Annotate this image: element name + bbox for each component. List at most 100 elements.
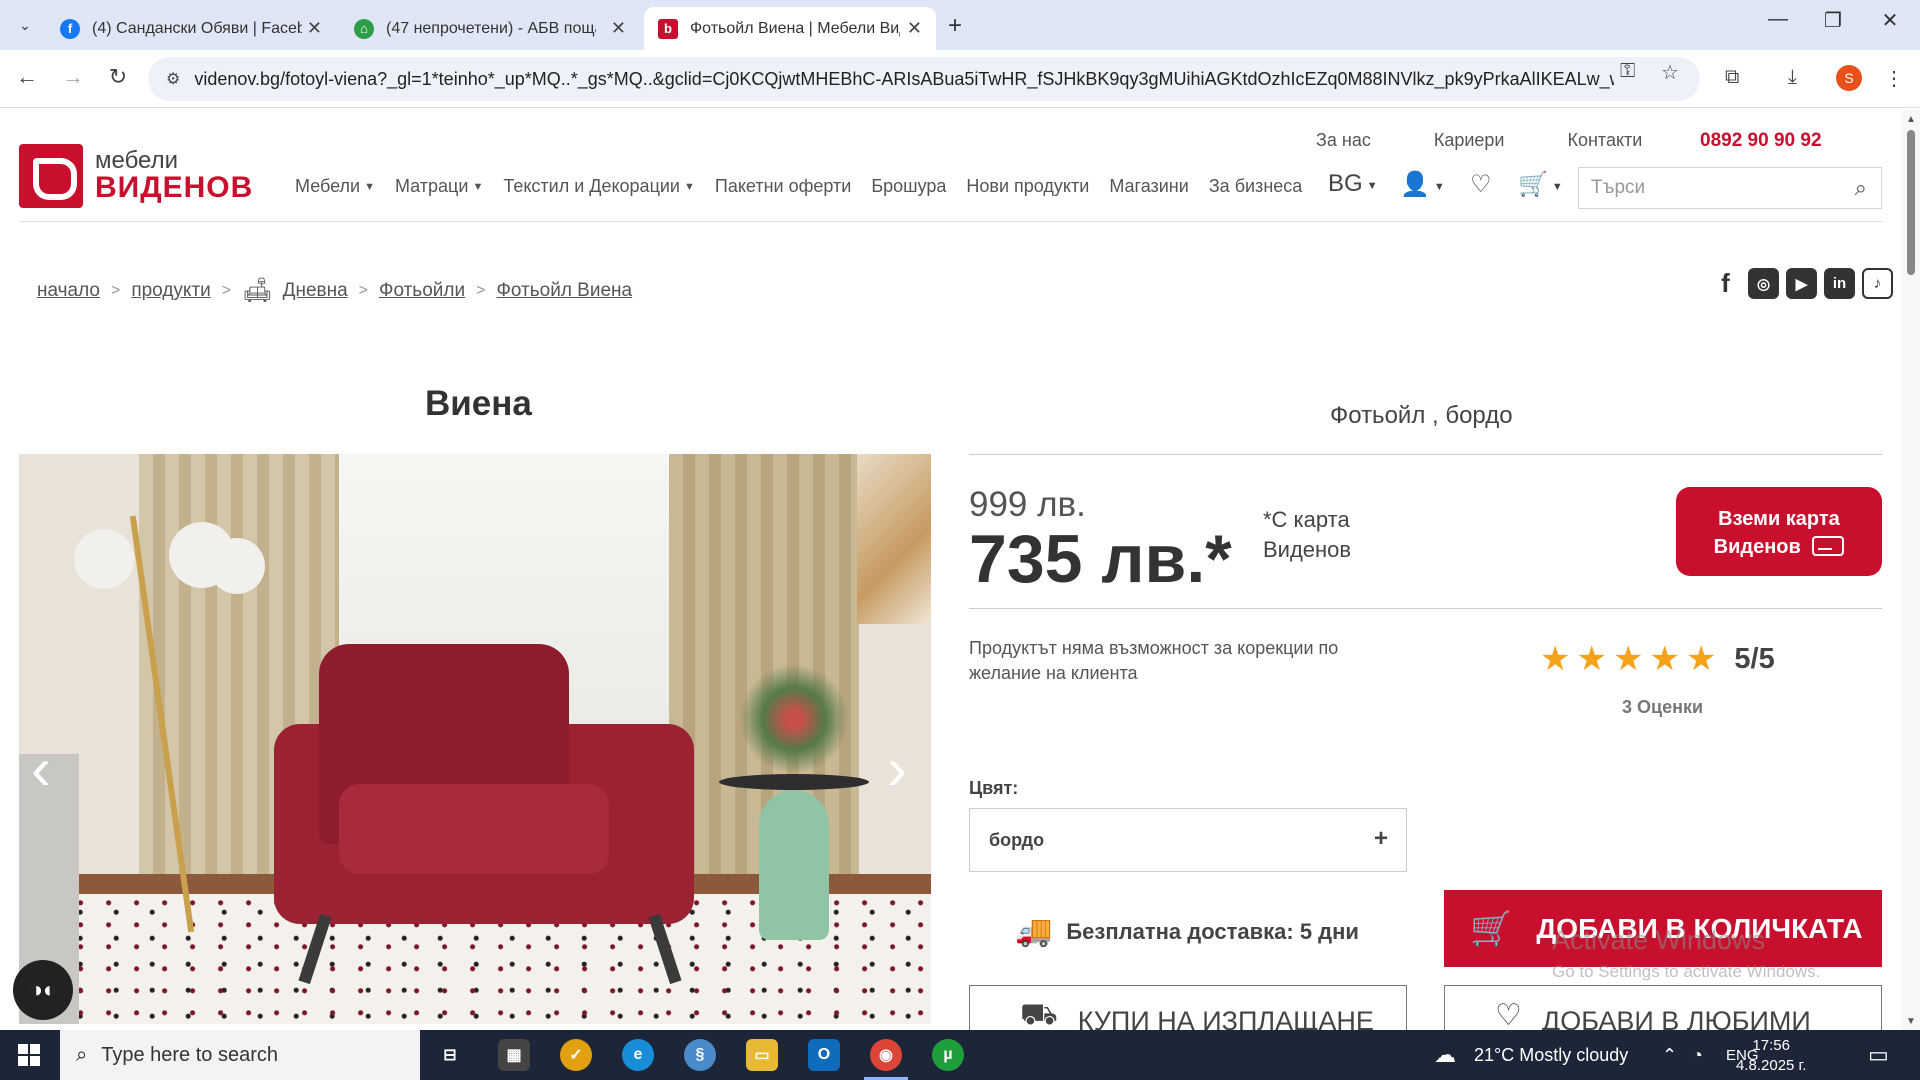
reload-button[interactable]: ↻: [103, 64, 133, 90]
nav-brochure[interactable]: Брошура: [871, 176, 946, 197]
norton-icon[interactable]: ✓: [560, 1039, 592, 1071]
browser-toolbar: ← → ↻ ⚙ videnov.bg/fotoyl-viena?_gl=1*te…: [0, 50, 1920, 108]
restore-button[interactable]: ❐: [1813, 8, 1853, 33]
profile-avatar[interactable]: S: [1836, 65, 1862, 91]
card-price-note: *С карта Виденов: [1263, 507, 1352, 562]
weather-text[interactable]: 21°C Mostly cloudy: [1474, 1045, 1628, 1066]
nav-textile[interactable]: Текстил и Декорации ▼: [503, 176, 695, 197]
breadcrumb-home[interactable]: начало: [37, 280, 100, 302]
search-input[interactable]: [1591, 177, 1841, 199]
breadcrumb-current[interactable]: Фотьойл Виена: [496, 280, 632, 302]
nav-stores[interactable]: Магазини: [1109, 176, 1189, 197]
notifications-icon[interactable]: ▭: [1868, 1042, 1889, 1068]
tab-videnov[interactable]: b Фотьойл Виена | Мебели Виденов ✕: [644, 7, 936, 50]
utorrent-icon[interactable]: µ: [932, 1039, 964, 1071]
heart-icon: ♡: [1495, 999, 1522, 1032]
breadcrumb-living-room[interactable]: Дневна: [283, 280, 348, 302]
product-image-gallery[interactable]: ‹ ›: [19, 454, 931, 1024]
gallery-prev-arrow[interactable]: ‹: [31, 734, 51, 803]
phone-number[interactable]: 0892 90 90 92: [1700, 130, 1822, 152]
site-logo[interactable]: мебели ВИДЕНОВ: [19, 144, 253, 208]
youtube-icon[interactable]: ▶: [1786, 268, 1817, 299]
windows-taskbar: ⌕ Type here to search ⊟ ▦ ✓ e § ▭ O ◉ µ …: [0, 1030, 1920, 1080]
linkedin-icon[interactable]: in: [1824, 268, 1855, 299]
tab-abv-mail[interactable]: ⌂ (47 непрочетени) - АБВ поща ✕: [340, 7, 640, 50]
minimize-button[interactable]: —: [1758, 8, 1798, 31]
add-to-favorites-button[interactable]: ♡ ДОБАВИ В ЛЮБИМИ: [1444, 985, 1882, 1035]
edge-icon[interactable]: e: [622, 1039, 654, 1071]
outlook-icon[interactable]: O: [808, 1039, 840, 1071]
account-menu[interactable]: 👤 ▼: [1400, 170, 1445, 199]
site-search: ⌕: [1578, 167, 1882, 209]
color-label: Цвят:: [969, 778, 1019, 798]
wishlist-heart-icon[interactable]: ♡: [1470, 170, 1492, 199]
address-bar[interactable]: ⚙ videnov.bg/fotoyl-viena?_gl=1*teinho*_…: [148, 57, 1700, 101]
rating-count[interactable]: 3 Оценки: [1622, 697, 1703, 718]
windows-start-icon[interactable]: [18, 1044, 40, 1066]
password-key-icon[interactable]: ⚿: [1620, 60, 1635, 83]
close-tab-icon[interactable]: ✕: [907, 18, 922, 39]
breadcrumb-products[interactable]: продукти: [131, 280, 210, 302]
3d-view-button[interactable]: ◑◐: [13, 960, 73, 1020]
nav-mattresses[interactable]: Матраци ▼: [395, 176, 483, 197]
scroll-down-arrow[interactable]: ▼: [1906, 1016, 1916, 1027]
nav-business[interactable]: За бизнеса: [1209, 176, 1302, 197]
page-scrollbar[interactable]: ▲ ▼: [1902, 110, 1920, 1030]
system-clock[interactable]: 17:56 4.8.2025 г.: [1736, 1036, 1806, 1076]
cart-icon: 🛒: [1470, 909, 1513, 948]
task-view-icon[interactable]: ⊟: [434, 1039, 466, 1071]
tab-facebook[interactable]: f (4) Сандански Обяви | Facebook ✕: [46, 7, 336, 50]
site-info-icon[interactable]: ⚙: [166, 69, 180, 89]
nav-furniture[interactable]: Мебели ▼: [295, 176, 375, 197]
file-explorer-icon[interactable]: ▭: [746, 1039, 778, 1071]
tab-search-button[interactable]: ⌄: [10, 10, 40, 40]
get-card-button[interactable]: Вземи карта Виденов: [1676, 487, 1882, 576]
menu-kebab-icon[interactable]: ⋮: [1884, 66, 1904, 91]
nav-new-products[interactable]: Нови продукти: [966, 176, 1089, 197]
taskbar-search-placeholder: Type here to search: [101, 1043, 278, 1066]
app-icon[interactable]: §: [684, 1039, 716, 1071]
search-icon[interactable]: ⌕: [1855, 175, 1867, 201]
language-selector[interactable]: BG ▼: [1328, 170, 1378, 198]
close-tab-icon[interactable]: ✕: [307, 18, 322, 39]
star-icon: ★: [1612, 640, 1644, 678]
taskbar-search[interactable]: ⌕ Type here to search: [60, 1030, 420, 1080]
download-icon[interactable]: ⤓: [1788, 66, 1797, 89]
instagram-icon[interactable]: ◎: [1748, 268, 1779, 299]
url-text: videnov.bg/fotoyl-viena?_gl=1*teinho*_up…: [194, 68, 1615, 89]
close-tab-icon[interactable]: ✕: [611, 18, 626, 39]
chrome-icon[interactable]: ◉: [864, 1039, 908, 1080]
gallery-next-arrow[interactable]: ›: [887, 734, 907, 803]
new-tab-button[interactable]: +: [948, 12, 962, 40]
bookmark-star-icon[interactable]: ☆: [1661, 60, 1679, 85]
close-window-button[interactable]: ✕: [1870, 8, 1910, 33]
link-contacts[interactable]: Контакти: [1567, 130, 1642, 151]
network-icon[interactable]: ◔: [1692, 1045, 1703, 1066]
buy-installments-button[interactable]: ⛟ КУПИ НА ИЗПЛАЩАНЕ: [969, 985, 1407, 1035]
scrollbar-thumb[interactable]: [1907, 130, 1915, 275]
star-icon: ★: [1649, 640, 1680, 678]
forward-button[interactable]: →: [58, 64, 88, 90]
cart-menu[interactable]: 🛒 ▼: [1518, 170, 1563, 199]
current-price: 735 лв.*: [969, 521, 1232, 597]
breadcrumb-armchairs[interactable]: Фотьойли: [379, 280, 465, 302]
cart-icon: 🛒: [1518, 171, 1548, 198]
color-selector[interactable]: бордо +: [969, 808, 1407, 872]
social-links: f ◎ ▶ in ♪: [1703, 268, 1893, 299]
tray-chevron-icon[interactable]: ⌃: [1662, 1045, 1677, 1066]
facebook-icon[interactable]: f: [1710, 268, 1741, 299]
tiktok-icon[interactable]: ♪: [1862, 268, 1893, 299]
product-title: Виена: [425, 384, 532, 423]
link-about[interactable]: За нас: [1316, 130, 1371, 151]
product-rating[interactable]: ★ ★ ★ ★ ★ 5/5: [1540, 642, 1775, 676]
weather-cloud-icon[interactable]: ☁: [1434, 1042, 1456, 1068]
tab-title: (4) Сандански Обяви | Facebook: [92, 19, 302, 37]
breadcrumb-separator: >: [476, 281, 486, 299]
watermark-subtitle: Go to Settings to activate Windows.: [1552, 962, 1821, 981]
nav-package-offers[interactable]: Пакетни оферти: [715, 176, 851, 197]
back-button[interactable]: ←: [12, 64, 42, 90]
store-icon[interactable]: ▦: [498, 1039, 530, 1071]
extensions-icon[interactable]: ⧉: [1725, 66, 1739, 89]
scroll-up-arrow[interactable]: ▲: [1906, 114, 1916, 125]
link-careers[interactable]: Кариери: [1434, 130, 1505, 151]
